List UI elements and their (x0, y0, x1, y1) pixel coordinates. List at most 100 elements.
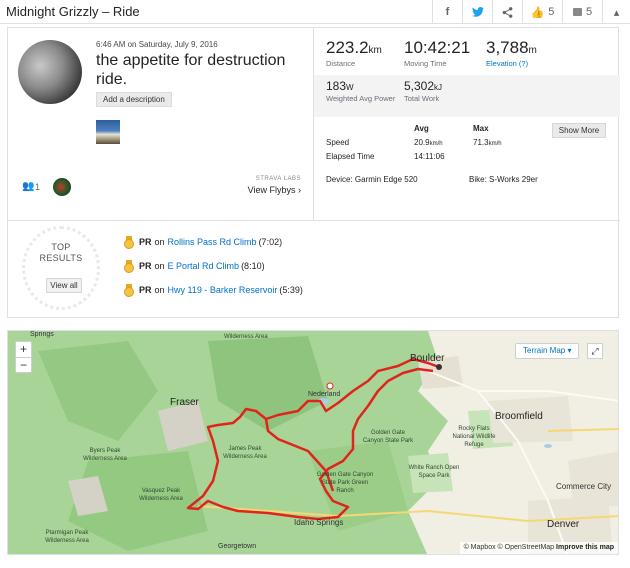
zoom-out-button[interactable]: − (16, 358, 31, 373)
zoom-in-button[interactable]: + (16, 342, 31, 357)
improve-map-link[interactable]: Improve this map (556, 544, 614, 551)
speed-max: 71.3km/h (473, 138, 502, 147)
osm-attribution-link[interactable]: © OpenStreetMap (498, 544, 555, 551)
route-map[interactable]: Springs Wilderness Area Boulder Broomfie… (7, 330, 619, 555)
top-results-heading: TOP RESULTS (22, 242, 100, 264)
kudos-giver-avatar[interactable] (53, 178, 71, 196)
kudos-giver-count: 1 (35, 182, 41, 192)
comment-icon (572, 8, 582, 16)
stat-distance: 223.2km Distance (326, 38, 382, 68)
add-description-button[interactable]: Add a description (96, 92, 172, 107)
stat-total-work: 5,302kJ Total Work (404, 79, 442, 103)
map-label-georgetown: Georgetown (218, 543, 257, 550)
speed-max-value: 71.3 (473, 138, 489, 147)
activity-header-title: Midnight Grizzly – Ride (6, 4, 140, 19)
kudos-button[interactable]: 👍 5 (522, 0, 562, 24)
max-header: Max (473, 124, 489, 133)
top-results-heading-line2: RESULTS (39, 253, 83, 263)
map-label-ptarmigan: Ptarmigan Peak Wilderness Area (45, 530, 89, 544)
map-label-rocky-flats: Rocky Flats National Wildlife Refuge (452, 426, 496, 448)
twitter-share-button[interactable] (462, 0, 492, 24)
moving-time-label: Moving Time (404, 59, 447, 68)
share-button[interactable] (492, 0, 522, 24)
moving-time-value: 10:42:21 (404, 38, 471, 57)
top-results-heading-line1: TOP (51, 242, 71, 252)
thumbs-up-icon: 👍 (530, 6, 545, 19)
elevation-value: 3,788 (486, 38, 529, 57)
zoom-control: + − (15, 341, 32, 373)
pr-on-label: on (154, 261, 165, 271)
collapse-button[interactable]: ▴ (602, 0, 630, 24)
facebook-share-button[interactable]: f (432, 0, 462, 24)
pr-badge: PR (139, 261, 152, 271)
map-label-springs: Springs (30, 331, 54, 338)
pr-result-item: PR on Hwy 119 - Barker Reservoir (5:39) (124, 283, 303, 297)
total-work-label: Total Work (404, 94, 440, 103)
view-all-results-button[interactable]: View all (46, 278, 82, 293)
facebook-icon: f (445, 6, 450, 18)
speed-avg-value: 20.9 (414, 138, 430, 147)
map-label-boulder: Boulder (410, 353, 445, 364)
social-row: 👥 1 STRAVA LABS View Flybys › (8, 171, 313, 211)
activity-photo-thumbnail[interactable] (96, 120, 120, 144)
map-label-white-ranch: White Ranch Open Space Park (408, 465, 460, 479)
pr-on-label: on (154, 237, 165, 247)
twitter-icon (471, 7, 484, 17)
activity-info: 6:46 AM on Saturday, July 9, 2016 the ap… (8, 28, 313, 220)
pr-medal-icon (124, 260, 134, 273)
weighted-power-label: Weighted Avg Power (326, 94, 396, 103)
athlete-avatar[interactable] (18, 40, 82, 104)
stat-weighted-power: 183W Weighted Avg Power (326, 79, 396, 103)
speed-avg: 20.9km/h (414, 138, 443, 147)
total-work-value: 5,302 (404, 79, 435, 93)
stat-elevation: 3,788m Elevation (?) (486, 38, 537, 68)
speed-label: Speed (326, 138, 350, 147)
view-flybys-link[interactable]: View Flybys › (248, 185, 301, 195)
lake (544, 444, 552, 448)
speed-max-unit: km/h (488, 141, 502, 147)
map-label-vasquez: Vasquez Peak Wilderness Area (139, 488, 183, 502)
comments-button[interactable]: 5 (562, 0, 602, 24)
map-label-idaho-springs: Idaho Springs (294, 518, 344, 527)
map-label-broomfield: Broomfield (495, 411, 543, 422)
top-results-badge: TOP RESULTS View all (22, 226, 100, 310)
town-marker (326, 382, 334, 390)
distance-value: 223.2 (326, 38, 369, 57)
avg-header: Avg (414, 124, 429, 133)
speed-avg-unit: km/h (429, 141, 443, 147)
map-label-commerce-city: Commerce City (556, 482, 612, 491)
stat-moving-time: 10:42:21 Moving Time (404, 38, 470, 68)
distance-label: Distance (326, 59, 356, 68)
pr-time: (8:10) (241, 261, 265, 271)
elevation-unit: m (528, 45, 537, 56)
device-info: Device: Garmin Edge 520 (326, 175, 418, 184)
segment-link[interactable]: Rollins Pass Rd Climb (168, 237, 257, 247)
segment-link[interactable]: E Portal Rd Climb (168, 261, 240, 271)
share-icon (502, 6, 513, 18)
weighted-power-unit: W (346, 83, 354, 92)
show-more-button[interactable]: Show More (552, 123, 606, 138)
activity-date: 6:46 AM on Saturday, July 9, 2016 (96, 40, 218, 49)
activity-summary-card: 6:46 AM on Saturday, July 9, 2016 the ap… (7, 27, 620, 319)
activity-header: Midnight Grizzly – Ride f 👍 5 5 ▴ (0, 0, 630, 24)
pr-time: (7:02) (258, 237, 283, 247)
strava-labs-label: STRAVA LABS (255, 176, 301, 182)
total-work-unit: kJ (434, 83, 443, 92)
fullscreen-button[interactable]: ⤢ (587, 343, 603, 359)
mapbox-attribution-link[interactable]: © Mapbox (464, 544, 496, 551)
chevron-up-icon: ▴ (613, 6, 620, 19)
map-type-dropdown[interactable]: Terrain Map ▾ (515, 343, 580, 359)
pr-result-item: PR on E Portal Rd Climb (8:10) (124, 259, 265, 273)
map-label-wilderness: Wilderness Area (224, 334, 268, 340)
activity-stats: 223.2km Distance 10:42:21 Moving Time 3,… (314, 28, 620, 220)
top-results-section: TOP RESULTS View all PR on Rollins Pass … (8, 221, 620, 319)
secondary-stats: 183W Weighted Avg Power 5,302kJ Total Wo… (314, 75, 620, 117)
map-label-nederland: Nederland (308, 391, 341, 398)
elapsed-value: 14:11:06 (414, 152, 445, 161)
elevation-help-link[interactable]: Elevation (?) (486, 59, 537, 68)
pr-medal-icon (124, 236, 134, 249)
segment-link[interactable]: Hwy 119 - Barker Reservoir (168, 285, 278, 295)
map-label-fraser: Fraser (170, 397, 199, 408)
pr-time: (5:39) (279, 285, 303, 295)
comment-count: 5 (585, 6, 593, 18)
